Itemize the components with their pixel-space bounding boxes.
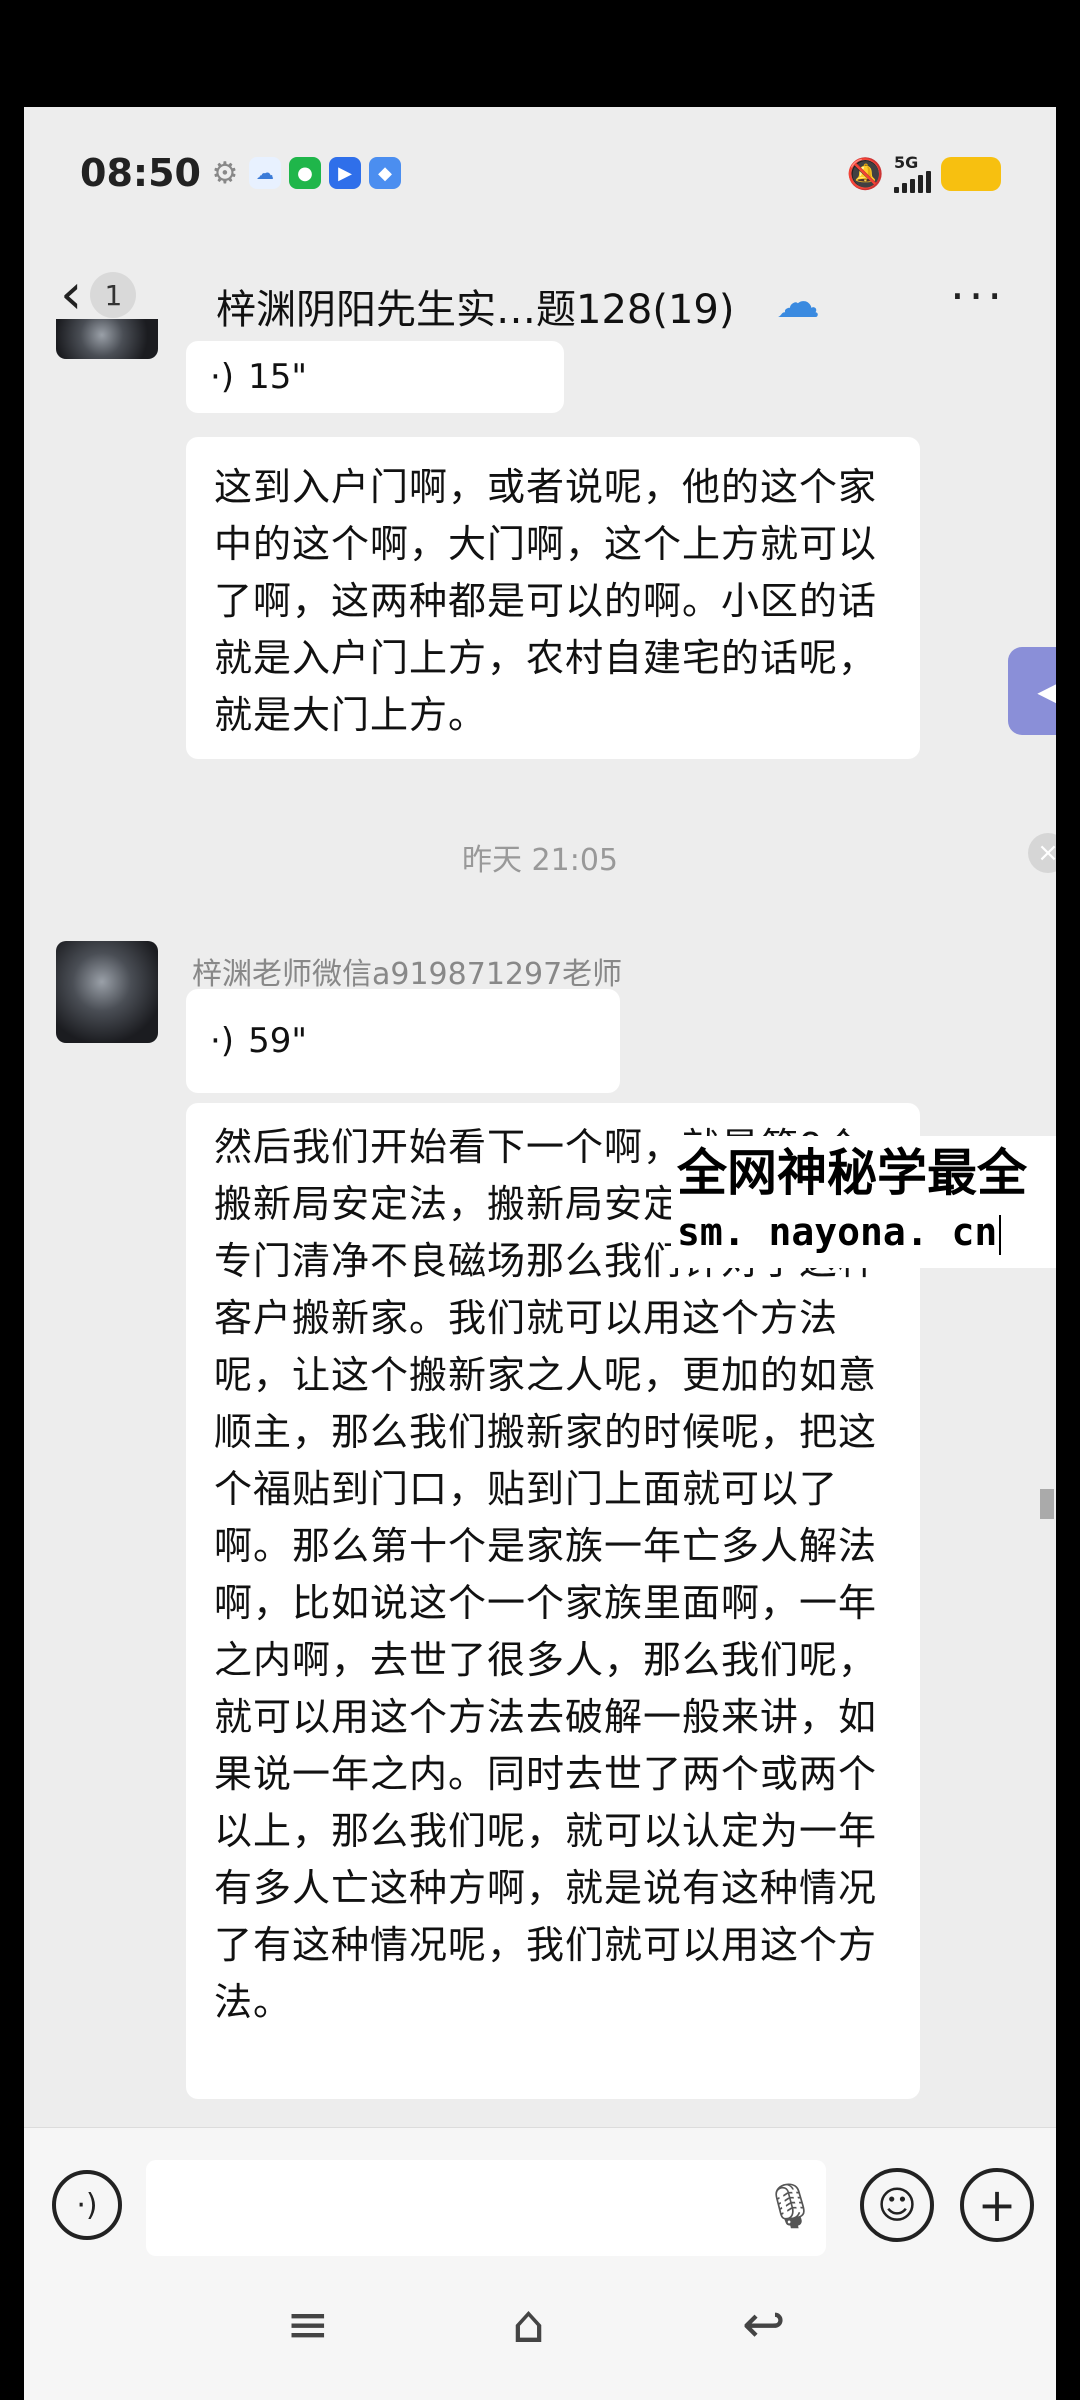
signal-indicator: 5G <box>894 155 931 193</box>
avatar[interactable] <box>56 941 158 1043</box>
voice-message[interactable]: ·) 59" <box>186 989 620 1093</box>
watermark-url: sm. nayona. cn <box>677 1204 1056 1260</box>
system-nav-bar: ≡ ⌂ ↩ <box>24 2277 1056 2400</box>
more-options-button[interactable]: ··· <box>950 269 1006 323</box>
chat-screen: 08:50 ⚙ ☁ ● ▶ ◆ 🔕 5G ‹ 1 梓渊阴阳先生实…题128(19… <box>24 107 1056 2400</box>
chat-title[interactable]: 梓渊阴阳先生实…题128(19) <box>216 277 786 335</box>
voice-duration: 59" <box>248 1021 307 1061</box>
group-chat-icon: ☁ <box>776 277 820 328</box>
status-bar: 08:50 ⚙ ☁ ● ▶ ◆ 🔕 5G <box>24 107 1056 247</box>
floating-assistant-button[interactable]: ◀ <box>1008 647 1056 735</box>
status-time: 08:50 <box>80 151 201 195</box>
network-type: 5G <box>894 153 919 172</box>
sender-name: 梓渊老师微信a919871297老师 <box>192 957 623 992</box>
message-input[interactable] <box>146 2160 826 2256</box>
watermark-url-text: sm. nayona. cn <box>677 1210 998 1254</box>
back-button[interactable]: ‹ 1 <box>60 262 137 327</box>
message-timestamp: 昨天 21:05 <box>462 843 618 878</box>
scrollbar[interactable] <box>1040 1489 1054 1519</box>
home-icon[interactable]: ⌂ <box>512 2295 545 2355</box>
watermark-title: 全网神秘学最全 <box>677 1144 1027 1202</box>
message-text: 这到入户门啊，或者说呢，他的这个家中的这个啊，大门啊，这个上方就可以了啊，这两种… <box>214 465 878 737</box>
menu-icon[interactable]: ≡ <box>286 2295 330 2355</box>
voice-wave-icon: ·) <box>210 357 235 397</box>
cloud-icon: ☁ <box>249 157 281 189</box>
video-icon: ▶ <box>329 157 361 189</box>
gear-icon: ⚙ <box>211 155 239 191</box>
battery-icon <box>941 157 1001 191</box>
emoji-button[interactable]: ☺ <box>860 2168 934 2242</box>
avatar[interactable] <box>56 319 158 359</box>
voice-input-toggle[interactable]: ·) <box>52 2170 122 2240</box>
back-icon[interactable]: ↩ <box>742 2295 786 2355</box>
unread-count-badge: 1 <box>90 272 137 318</box>
text-message[interactable]: 这到入户门啊，或者说呢，他的这个家中的这个啊，大门啊，这个上方就可以了啊，这两种… <box>186 437 920 759</box>
text-caret <box>999 1214 1002 1255</box>
voice-message[interactable]: ·) 15" <box>186 341 564 413</box>
add-attachment-button[interactable]: + <box>960 2168 1034 2242</box>
status-system-icons: 🔕 5G <box>847 155 1001 193</box>
status-notification-icons: ⚙ ☁ ● ▶ ◆ <box>209 155 401 191</box>
signal-bars-icon <box>894 171 931 193</box>
app-icon: ◆ <box>369 157 401 189</box>
watermark: 全网神秘学最全 sm. nayona. cn <box>671 1136 1056 1268</box>
voice-duration: 15" <box>248 357 307 397</box>
wechat-icon: ● <box>289 157 321 189</box>
input-bar: ·) 🎙 ☺ + <box>24 2127 1056 2277</box>
microphone-icon[interactable]: 🎙 <box>762 2180 818 2232</box>
bell-muted-icon: 🔕 <box>846 156 884 192</box>
voice-wave-icon: ·) <box>210 1021 235 1061</box>
chevron-left-icon: ‹ <box>60 262 83 327</box>
